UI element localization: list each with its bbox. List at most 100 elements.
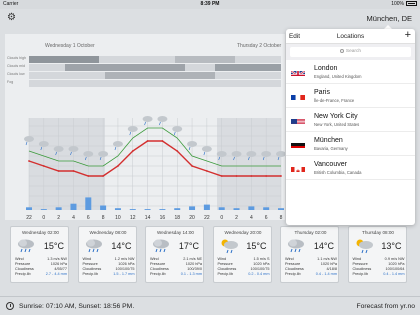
raindrop-icon — [203, 151, 206, 156]
card-field-value: 1026 hPa — [50, 262, 67, 266]
raindrop-icon — [129, 131, 132, 136]
location-name: New York City — [314, 113, 358, 120]
location-region: British Columbia, Canada — [314, 170, 362, 175]
precipitation-bar — [218, 207, 225, 210]
temperature-point — [117, 165, 119, 167]
cloud-icon — [68, 146, 79, 152]
card-field-label: Wind — [217, 257, 227, 261]
hour-label: 2 — [235, 215, 238, 220]
hour-label: 20 — [189, 215, 195, 220]
temperature-point — [176, 150, 179, 152]
card-field-value: 100/100/64 — [385, 267, 405, 271]
card-time: Wednesday 20:00 — [224, 230, 262, 235]
temperature-point — [220, 175, 223, 177]
search-placeholder: Search — [345, 49, 362, 54]
hour-label: 14 — [145, 215, 151, 220]
location-name: Paris — [314, 89, 330, 96]
location-name: Vancouver — [314, 161, 347, 168]
cloud-icon — [172, 126, 183, 132]
card-field-value: 1026 hPa — [118, 262, 135, 266]
rain-cloud-icon — [286, 238, 306, 254]
rain-cloud-icon — [84, 238, 104, 254]
card-temperature: 14°C — [111, 241, 132, 251]
search-input[interactable]: Search — [290, 47, 411, 57]
forecast-card[interactable]: Wednesday 08:00 14°C Wind 1.2 m/s NW Pressur… — [77, 226, 137, 283]
card-field-value: 1020 hPa — [388, 262, 405, 266]
cloud-cover-patch — [65, 64, 185, 71]
card-field-value: 1020 hPa — [320, 262, 337, 266]
cloud-cover-patch — [175, 56, 235, 63]
add-location-button[interactable]: + — [405, 29, 411, 43]
forecast-card[interactable]: Wednesday 14:00 17°C Wind 2.1 m/s NE Pressur… — [145, 226, 204, 283]
card-field-label: Pressure — [352, 262, 368, 266]
current-location-title[interactable]: München, DE — [367, 14, 412, 23]
card-field-label: Pressure — [150, 262, 166, 266]
raindrop-icon — [188, 146, 191, 151]
raindrop-icon — [144, 121, 146, 126]
location-row[interactable]: Vancouver British Columbia, Canada — [286, 156, 415, 180]
cloud-icon — [157, 116, 168, 122]
locations-popover: Edit Locations + Search London England, U… — [286, 29, 415, 225]
raindrop-icon — [114, 146, 117, 151]
hour-label: 18 — [174, 215, 180, 220]
settings-gear-icon[interactable]: ⚙ — [7, 13, 16, 23]
side-label-fog: Fog — [7, 80, 14, 84]
forecast-card[interactable]: Thursday 02:00 14°C Wind 1.1 m/s NW Pressure… — [280, 226, 339, 283]
card-field-value: 1.3 m/s NW — [47, 257, 67, 261]
card-field-label: Wind — [285, 257, 294, 261]
popover-title: Locations — [336, 33, 365, 40]
location-row[interactable]: London England, United Kingdom — [286, 60, 415, 84]
precipitation-bar — [55, 207, 62, 210]
cloud-icon — [83, 151, 94, 157]
precipitation-bar — [248, 206, 255, 210]
card-field-label: Pressure — [217, 262, 233, 266]
precipitation-bar — [85, 197, 92, 210]
card-field-label: Wind — [352, 257, 362, 261]
cloud-icon — [231, 151, 242, 157]
location-row[interactable]: New York City New York, United States — [286, 108, 415, 132]
battery-icon — [406, 1, 417, 7]
hour-label: 4 — [250, 215, 253, 220]
hour-label: 8 — [280, 215, 283, 220]
forecast-card[interactable]: Thursday 08:00 13°C Wind 0.9 m/s NW Pressure… — [347, 226, 407, 283]
forecast-card[interactable]: Wednesday 02:00 15°C Wind 1.3 m/s NW Pressur… — [10, 226, 69, 283]
card-field-label: Pressure — [285, 262, 301, 266]
flag-us-icon — [291, 115, 305, 124]
card-field-value: 0.1 - 1.3 mm — [180, 272, 202, 276]
location-row[interactable]: München Bavaria, Germany — [286, 132, 415, 156]
hour-label: 12 — [130, 215, 136, 220]
precipitation-bar — [278, 208, 284, 210]
precipitation-bar — [233, 208, 240, 210]
card-time: Thursday 02:00 — [294, 230, 327, 235]
card-field-label: Wind — [150, 257, 159, 261]
cloud-layer-band — [29, 80, 281, 87]
forecast-source-link[interactable]: Forecast from yr.no — [356, 297, 415, 315]
rain-cloud-icon — [16, 238, 36, 254]
card-field-value: 100/39/0 — [187, 267, 202, 271]
side-label-clouds-high: Clouds high — [7, 56, 26, 60]
card-field-value: 0.4 - 1.4 mm — [383, 272, 405, 276]
cloud-icon — [246, 151, 257, 157]
cloud-cover-patch — [29, 56, 99, 63]
precipitation-bar — [40, 209, 47, 210]
precipitation-bar — [70, 203, 77, 210]
raindrop-icon — [173, 131, 176, 136]
popover-header: Edit Locations + — [286, 29, 415, 44]
clock-icon — [6, 302, 14, 310]
location-region: England, United Kingdom — [314, 74, 362, 79]
temperature-point — [161, 140, 164, 142]
location-row[interactable]: Paris Île-de-France, France — [286, 84, 415, 108]
temperature-point — [146, 140, 149, 142]
flag-de-icon — [291, 139, 305, 148]
card-field-value: 1.2 m/s NW — [114, 257, 135, 261]
temperature-point — [131, 150, 134, 152]
card-field-value: 4/18/8 — [326, 267, 337, 271]
hour-label: 16 — [160, 215, 166, 220]
card-field-label: Cloudiness — [285, 267, 304, 271]
temperature-point — [28, 160, 30, 162]
card-field-value: 1.5 m/s S — [253, 257, 270, 261]
card-field-value: 0.4 - 1.4 mm — [315, 272, 337, 276]
clock-time: 8:39 PM — [200, 1, 220, 7]
forecast-card[interactable]: Wednesday 20:00 15°C Wind 1.5 m/s S Pressure… — [212, 226, 272, 283]
cloud-icon — [142, 116, 153, 122]
